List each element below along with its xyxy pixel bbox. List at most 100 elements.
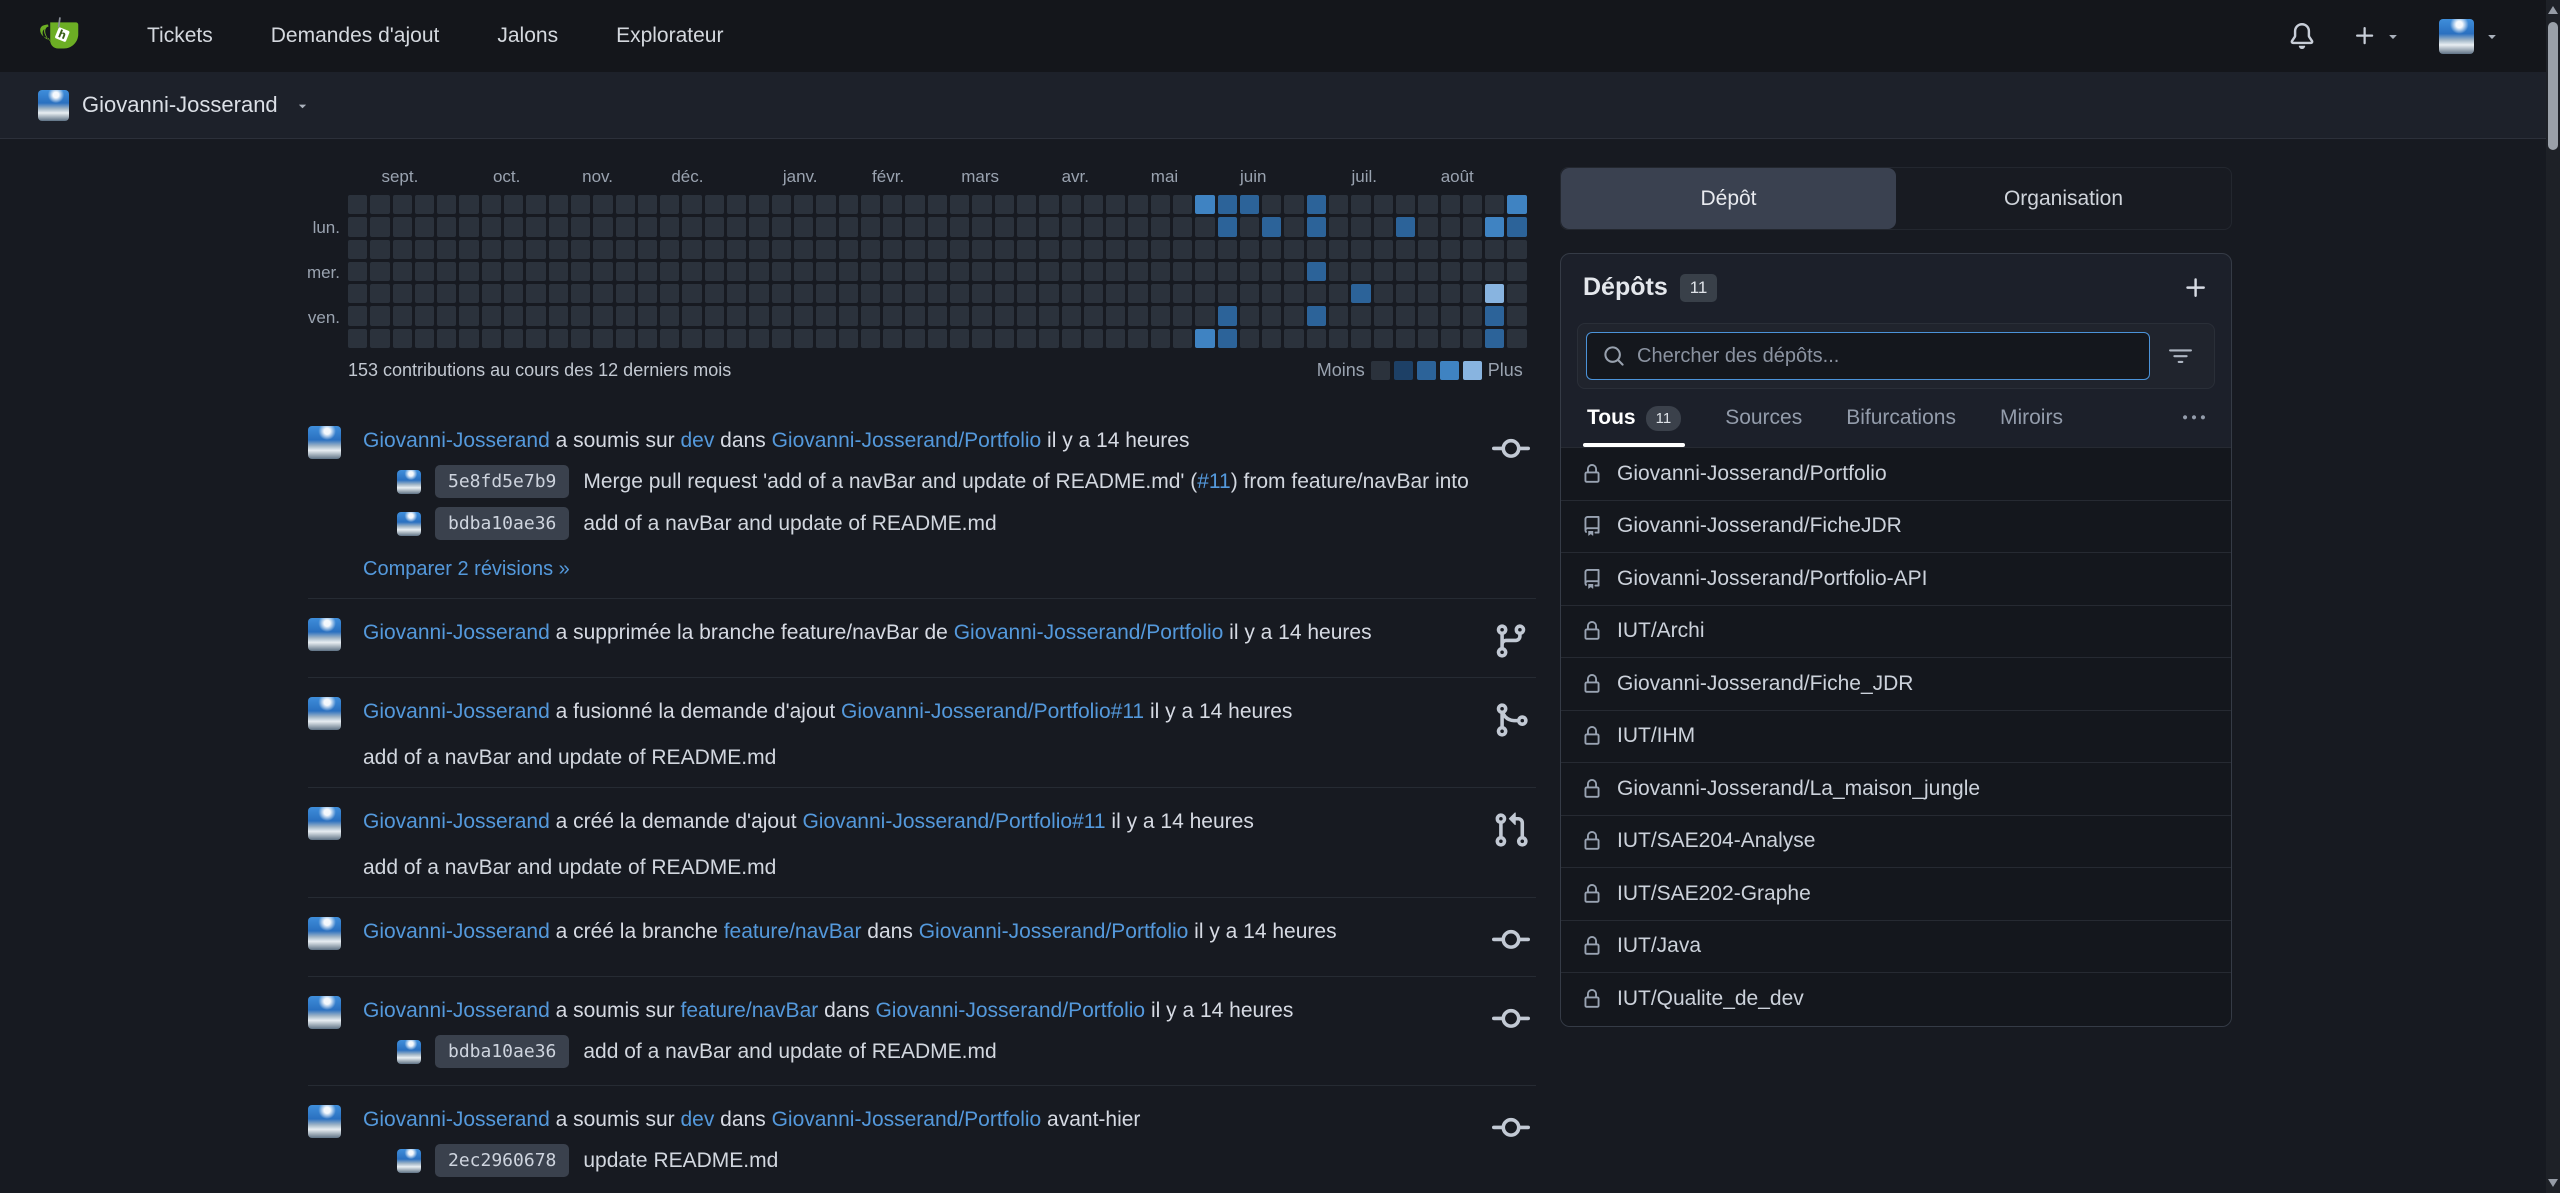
- heatmap-cell: [749, 329, 768, 348]
- repo-list-item[interactable]: Giovanni-Josserand/Portfolio-API: [1561, 553, 2231, 606]
- commit-hash-link[interactable]: bdba10ae36: [435, 1035, 569, 1068]
- new-repo-button[interactable]: [2183, 275, 2209, 301]
- issue-link[interactable]: #11: [1197, 470, 1230, 493]
- feed-link[interactable]: dev: [680, 429, 714, 452]
- heatmap-cell: [1262, 306, 1281, 325]
- feed-link[interactable]: Giovanni-Josserand/Portfolio#11: [802, 810, 1105, 833]
- heatmap-cell: [593, 306, 612, 325]
- heatmap-cell: [1307, 262, 1326, 281]
- user-avatar[interactable]: [397, 470, 421, 494]
- commit-hash-link[interactable]: 5e8fd5e7b9: [435, 465, 569, 498]
- heatmap-cell: [616, 329, 635, 348]
- feed-link[interactable]: Giovanni-Josserand/Portfolio: [772, 429, 1042, 452]
- scrollbar-down-arrow[interactable]: [2548, 1179, 2558, 1187]
- repo-list-item[interactable]: IUT/Qualite_de_dev: [1561, 973, 2231, 1026]
- heatmap-cell: [1351, 306, 1370, 325]
- repo-list-item[interactable]: IUT/IHM: [1561, 711, 2231, 764]
- feed-link[interactable]: Giovanni-Josserand/Portfolio: [875, 999, 1145, 1022]
- user-avatar[interactable]: [397, 512, 421, 536]
- feed-link[interactable]: dev: [680, 1108, 714, 1131]
- heatmap-cell: [995, 240, 1014, 259]
- notifications-button[interactable]: [2289, 23, 2315, 49]
- scrollbar-up-arrow[interactable]: [2548, 6, 2558, 14]
- dashboard-tab-organisation[interactable]: Organisation: [1896, 168, 2231, 229]
- gitea-logo-icon[interactable]: h: [38, 13, 84, 59]
- feed-link[interactable]: Giovanni-Josserand/Portfolio#11: [841, 700, 1144, 723]
- user-menu-button[interactable]: [2439, 19, 2500, 54]
- heatmap-cell: [772, 217, 791, 236]
- commit-hash-link[interactable]: 2ec2960678: [435, 1144, 569, 1177]
- heatmap-cell: [816, 306, 835, 325]
- user-avatar[interactable]: [308, 807, 341, 840]
- feed-link[interactable]: Giovanni-Josserand/Portfolio: [772, 1108, 1042, 1131]
- repo-filter-tous[interactable]: Tous11: [1587, 389, 1681, 447]
- heatmap-cell: [1396, 240, 1415, 259]
- dashboard-tab-dépôt[interactable]: Dépôt: [1561, 168, 1896, 229]
- commit-hash-link[interactable]: bdba10ae36: [435, 507, 569, 540]
- nav-item-explore[interactable]: Explorateur: [587, 0, 752, 72]
- heatmap-cell: [1039, 240, 1058, 259]
- heatmap-cell: [950, 262, 969, 281]
- repo-list-item[interactable]: IUT/SAE204-Analyse: [1561, 816, 2231, 869]
- repo-filter-miroirs[interactable]: Miroirs: [2000, 389, 2063, 447]
- nav-item-milestones[interactable]: Jalons: [468, 0, 587, 72]
- user-avatar[interactable]: [308, 1105, 341, 1138]
- nav-item-pull-requests[interactable]: Demandes d'ajout: [242, 0, 469, 72]
- heatmap-cell: [1463, 284, 1482, 303]
- feed-link[interactable]: Giovanni-Josserand/Portfolio: [919, 920, 1189, 943]
- repo-list-item[interactable]: Giovanni-Josserand/La_maison_jungle: [1561, 763, 2231, 816]
- nav-item-tickets[interactable]: Tickets: [118, 0, 242, 72]
- repo-search-input[interactable]: [1637, 345, 2133, 368]
- user-avatar[interactable]: [308, 996, 341, 1029]
- create-new-button[interactable]: [2353, 24, 2401, 48]
- feed-link[interactable]: Giovanni-Josserand: [363, 999, 550, 1022]
- contributions-summary: 153 contributions au cours des 12 dernie…: [348, 360, 731, 381]
- feed-link[interactable]: Giovanni-Josserand/Portfolio: [954, 621, 1224, 644]
- user-avatar[interactable]: [397, 1040, 421, 1064]
- repo-filter-sources[interactable]: Sources: [1725, 389, 1802, 447]
- heatmap-cell: [839, 284, 858, 303]
- heatmap-cell: [1284, 262, 1303, 281]
- heatmap-cell: [905, 329, 924, 348]
- feed-link[interactable]: feature/navBar: [680, 999, 818, 1022]
- feed-link[interactable]: Giovanni-Josserand: [363, 700, 550, 723]
- repo-list-item[interactable]: IUT/Java: [1561, 921, 2231, 974]
- user-avatar[interactable]: [308, 697, 341, 730]
- scrollbar-thumb[interactable]: [2548, 22, 2558, 150]
- heatmap-cell: [504, 306, 523, 325]
- feed-title: Giovanni-Josserand a soumis sur feature/…: [363, 994, 1470, 1027]
- heatmap-cell: [995, 217, 1014, 236]
- repo-filter-button[interactable]: [2154, 345, 2206, 368]
- repo-name: IUT/SAE202-Graphe: [1617, 882, 1811, 906]
- chevron-down-icon: [2484, 28, 2500, 44]
- user-avatar[interactable]: [308, 426, 341, 459]
- feed-link[interactable]: feature/navBar: [724, 920, 862, 943]
- feed-link[interactable]: Giovanni-Josserand: [363, 810, 550, 833]
- repo-name: IUT/Archi: [1617, 619, 1705, 643]
- heatmap-cell: [1240, 284, 1259, 303]
- repo-list-item[interactable]: Giovanni-Josserand/Fiche_JDR: [1561, 658, 2231, 711]
- feed-link[interactable]: Giovanni-Josserand: [363, 621, 550, 644]
- repo-name: IUT/SAE204-Analyse: [1617, 829, 1815, 853]
- repo-list-item[interactable]: IUT/SAE202-Graphe: [1561, 868, 2231, 921]
- heatmap-cell: [972, 217, 991, 236]
- compare-revisions-link[interactable]: Comparer 2 révisions »: [363, 558, 570, 581]
- user-avatar[interactable]: [308, 917, 341, 950]
- repo-filter-more-button[interactable]: [2183, 407, 2205, 429]
- chevron-down-icon[interactable]: [295, 98, 310, 113]
- heatmap-cell: [437, 262, 456, 281]
- repo-list-item[interactable]: Giovanni-Josserand/Portfolio: [1561, 448, 2231, 501]
- user-avatar[interactable]: [397, 1149, 421, 1173]
- feed-link[interactable]: Giovanni-Josserand: [363, 429, 550, 452]
- feed-link[interactable]: Giovanni-Josserand: [363, 1108, 550, 1131]
- user-avatar[interactable]: [308, 618, 341, 651]
- heatmap-cell: [549, 306, 568, 325]
- repo-list-item[interactable]: IUT/Archi: [1561, 606, 2231, 659]
- repo-filter-bifurcations[interactable]: Bifurcations: [1846, 389, 1956, 447]
- heatmap-cell: [1463, 240, 1482, 259]
- repo-list-item[interactable]: Giovanni-Josserand/FicheJDR: [1561, 501, 2231, 554]
- scrollbar[interactable]: [2546, 0, 2560, 1193]
- feed-link[interactable]: Giovanni-Josserand: [363, 920, 550, 943]
- heatmap-cell: [1396, 284, 1415, 303]
- heatmap-month-label: janv.: [783, 167, 818, 187]
